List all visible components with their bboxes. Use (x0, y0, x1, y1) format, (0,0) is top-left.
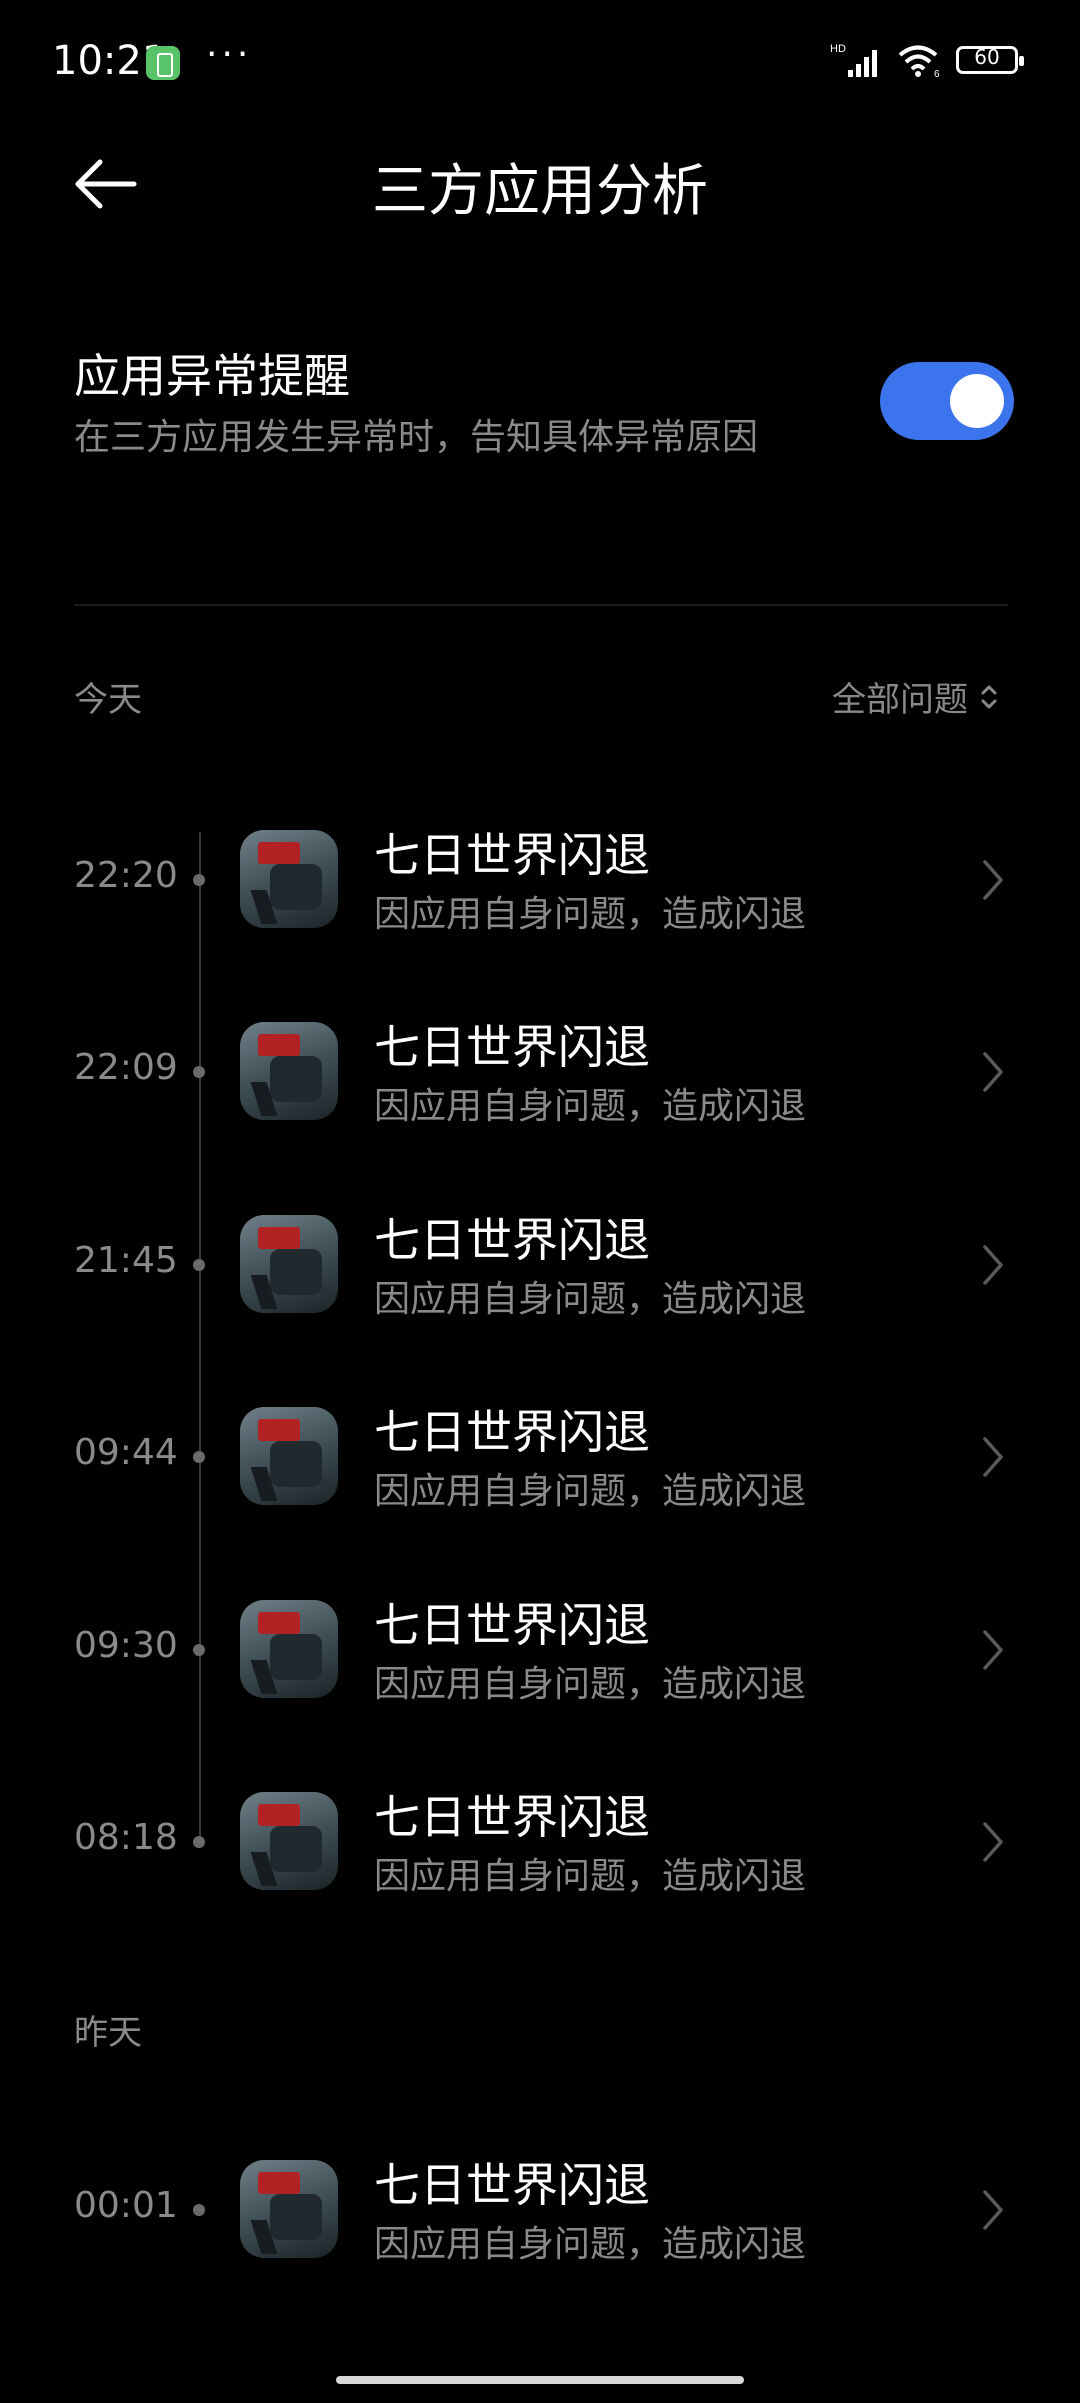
entry-title: 七日世界闪退 (374, 2158, 650, 2212)
chevron-right-icon (983, 1437, 1003, 1477)
crash-entry[interactable]: 22:20 七日世界闪退 因应用自身问题，造成闪退 (0, 805, 1080, 955)
section-yesterday-label: 昨天 (74, 2013, 142, 2053)
cellular-signal-icon: HD (830, 43, 877, 77)
crash-entry[interactable]: 00:01 七日世界闪退 因应用自身问题，造成闪退 (0, 2135, 1080, 2285)
battery-icon: 60 (956, 45, 1024, 74)
entry-description: 因应用自身问题，造成闪退 (374, 1856, 807, 1897)
app-icon (240, 1792, 338, 1890)
app-icon (240, 1599, 338, 1698)
status-bar: 10:21 ··· HD 6 60 (0, 0, 1080, 130)
chevron-right-icon (983, 2190, 1003, 2230)
timeline-dot (193, 874, 205, 886)
entry-description: 因应用自身问题，造成闪退 (374, 1278, 807, 1320)
chevron-right-icon (983, 1245, 1003, 1285)
chevron-right-icon (983, 1822, 1003, 1862)
entry-title: 七日世界闪退 (374, 1212, 650, 1267)
app-icon (240, 1407, 338, 1506)
entry-time: 09:30 (74, 1624, 178, 1666)
timeline-dot (193, 1836, 205, 1848)
timeline-dot (193, 1643, 205, 1656)
entry-title: 七日世界闪退 (374, 1020, 650, 1075)
toggle-knob (950, 374, 1004, 428)
more-notifications-icon: ··· (206, 34, 253, 75)
chevron-right-icon (983, 1629, 1003, 1670)
entry-time: 00:01 (74, 2185, 178, 2226)
app-icon (240, 830, 338, 928)
entry-description: 因应用自身问题，造成闪退 (374, 1663, 807, 1705)
entry-time: 21:45 (74, 1239, 178, 1281)
crash-entry[interactable]: 22:09 七日世界闪退 因应用自身问题，造成闪退 (0, 997, 1080, 1147)
timeline-dot (193, 1451, 205, 1464)
chevron-right-icon (983, 860, 1003, 900)
timeline-dot (193, 1258, 205, 1271)
crash-entry[interactable]: 08:18 七日世界闪退 因应用自身问题，造成闪退 (0, 1767, 1080, 1917)
entry-time: 09:44 (74, 1432, 178, 1474)
crash-entry[interactable]: 21:45 七日世界闪退 因应用自身问题，造成闪退 (0, 1190, 1080, 1340)
entry-description: 因应用自身问题，造成闪退 (374, 894, 807, 935)
wifi-version-label: 6 (934, 69, 940, 78)
crash-entry[interactable]: 09:44 七日世界闪退 因应用自身问题，造成闪退 (0, 1382, 1080, 1532)
sort-updown-icon (981, 685, 997, 708)
notification-app-icon (146, 46, 180, 80)
entry-time: 22:09 (74, 1047, 178, 1089)
wifi-icon: 6 (898, 45, 940, 78)
app-icon (240, 1214, 338, 1313)
setting-description: 在三方应用发生异常时，告知具体异常原因 (74, 417, 759, 458)
timeline-dot (193, 2204, 205, 2216)
crash-entry[interactable]: 09:30 七日世界闪退 因应用自身问题，造成闪退 (0, 1575, 1080, 1725)
entry-description: 因应用自身问题，造成闪退 (374, 1471, 807, 1513)
home-indicator[interactable] (336, 2376, 744, 2384)
app-icon (240, 2160, 338, 2258)
divider (74, 604, 1008, 606)
entry-title: 七日世界闪退 (374, 1597, 650, 1652)
app-icon (240, 1022, 338, 1121)
network-type-label: HD (830, 43, 846, 55)
app-anomaly-alert-setting[interactable]: 应用异常提醒 在三方应用发生异常时，告知具体异常原因 (74, 340, 1014, 460)
section-today-label: 今天 (74, 680, 142, 720)
entry-time: 08:18 (74, 1817, 178, 1858)
issue-filter-dropdown[interactable]: 全部问题 (832, 672, 1000, 721)
entry-title: 七日世界闪退 (374, 1405, 650, 1460)
status-icons: HD 6 60 (830, 42, 1024, 78)
chevron-right-icon (983, 1052, 1003, 1093)
entry-time: 22:20 (74, 855, 178, 896)
entry-description: 因应用自身问题，造成闪退 (374, 1086, 807, 1128)
entry-title: 七日世界闪退 (374, 1790, 650, 1844)
setting-title: 应用异常提醒 (74, 349, 350, 403)
page-title: 三方应用分析 (372, 159, 708, 224)
anomaly-alert-toggle[interactable] (880, 362, 1014, 440)
entry-title: 七日世界闪退 (374, 828, 650, 882)
entry-description: 因应用自身问题，造成闪退 (374, 2224, 807, 2265)
filter-label: 全部问题 (832, 680, 968, 720)
battery-level: 60 (974, 45, 1000, 69)
timeline-dot (193, 1066, 205, 1079)
